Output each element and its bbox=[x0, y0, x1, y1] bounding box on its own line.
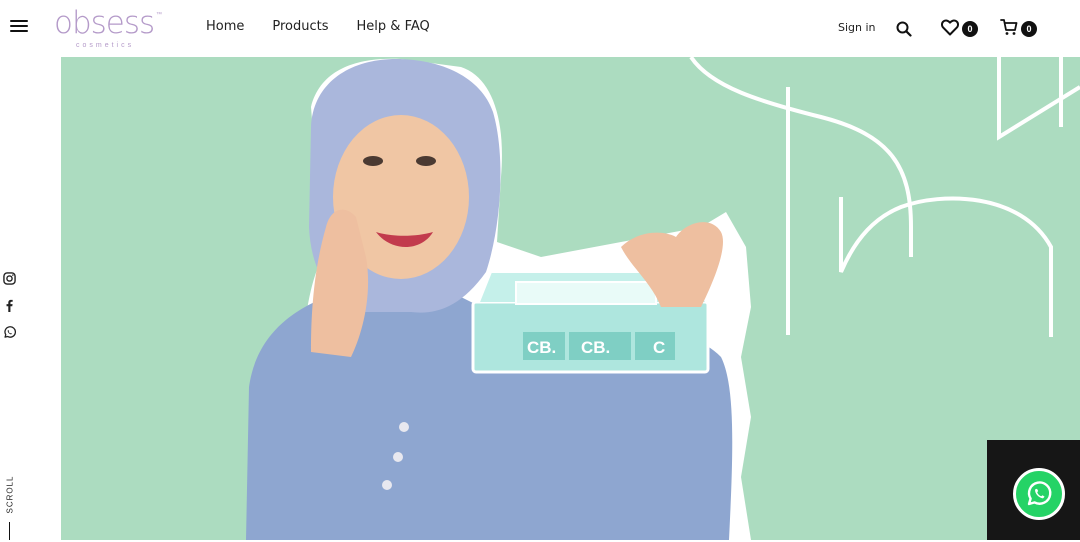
wishlist-count-badge: 0 bbox=[962, 21, 978, 37]
chat-widget bbox=[987, 440, 1080, 540]
logo-trademark: ™ bbox=[156, 12, 162, 18]
facebook-icon[interactable] bbox=[3, 299, 16, 312]
nav-home[interactable]: Home bbox=[206, 19, 244, 34]
model-eye-left bbox=[363, 156, 383, 166]
box-label-2: CB. bbox=[581, 338, 610, 357]
instagram-icon[interactable] bbox=[3, 272, 16, 285]
box-label-3: C bbox=[653, 338, 665, 357]
sign-in-link[interactable]: Sign in bbox=[838, 21, 876, 34]
whatsapp-icon bbox=[1027, 481, 1052, 506]
hero-banner: CB. CB. C bbox=[61, 57, 1080, 540]
cart-icon bbox=[1000, 19, 1018, 35]
social-links bbox=[3, 272, 17, 353]
model-eye-right bbox=[416, 156, 436, 166]
hero-artwork: CB. CB. C bbox=[246, 57, 1080, 540]
site-header: obsess ™ cosmetics Home Products Help & … bbox=[0, 0, 1080, 57]
wishlist-button[interactable]: 0 bbox=[941, 18, 981, 38]
cart-count-badge: 0 bbox=[1021, 21, 1037, 37]
cuff-button bbox=[393, 452, 403, 462]
whatsapp-chat-button[interactable] bbox=[1013, 468, 1065, 520]
logo-wordmark: obsess bbox=[54, 5, 155, 41]
cuff-button bbox=[399, 422, 409, 432]
cart-button[interactable]: 0 bbox=[1000, 18, 1040, 38]
search-icon[interactable] bbox=[896, 21, 912, 37]
menu-icon[interactable] bbox=[10, 20, 28, 34]
brand-logo[interactable]: obsess ™ cosmetics bbox=[54, 4, 166, 52]
scroll-label: SCROLL bbox=[5, 475, 15, 514]
nav-help-faq[interactable]: Help & FAQ bbox=[357, 19, 430, 34]
scroll-line bbox=[9, 522, 10, 540]
nav-products[interactable]: Products bbox=[272, 19, 328, 34]
main-nav: Home Products Help & FAQ bbox=[206, 19, 430, 34]
heart-icon bbox=[941, 19, 959, 36]
logo-subtext: cosmetics bbox=[76, 42, 135, 49]
cuff-button bbox=[382, 480, 392, 490]
scroll-indicator: SCROLL bbox=[3, 475, 15, 514]
box-label-1: CB. bbox=[527, 338, 556, 357]
whatsapp-icon[interactable] bbox=[3, 326, 16, 339]
